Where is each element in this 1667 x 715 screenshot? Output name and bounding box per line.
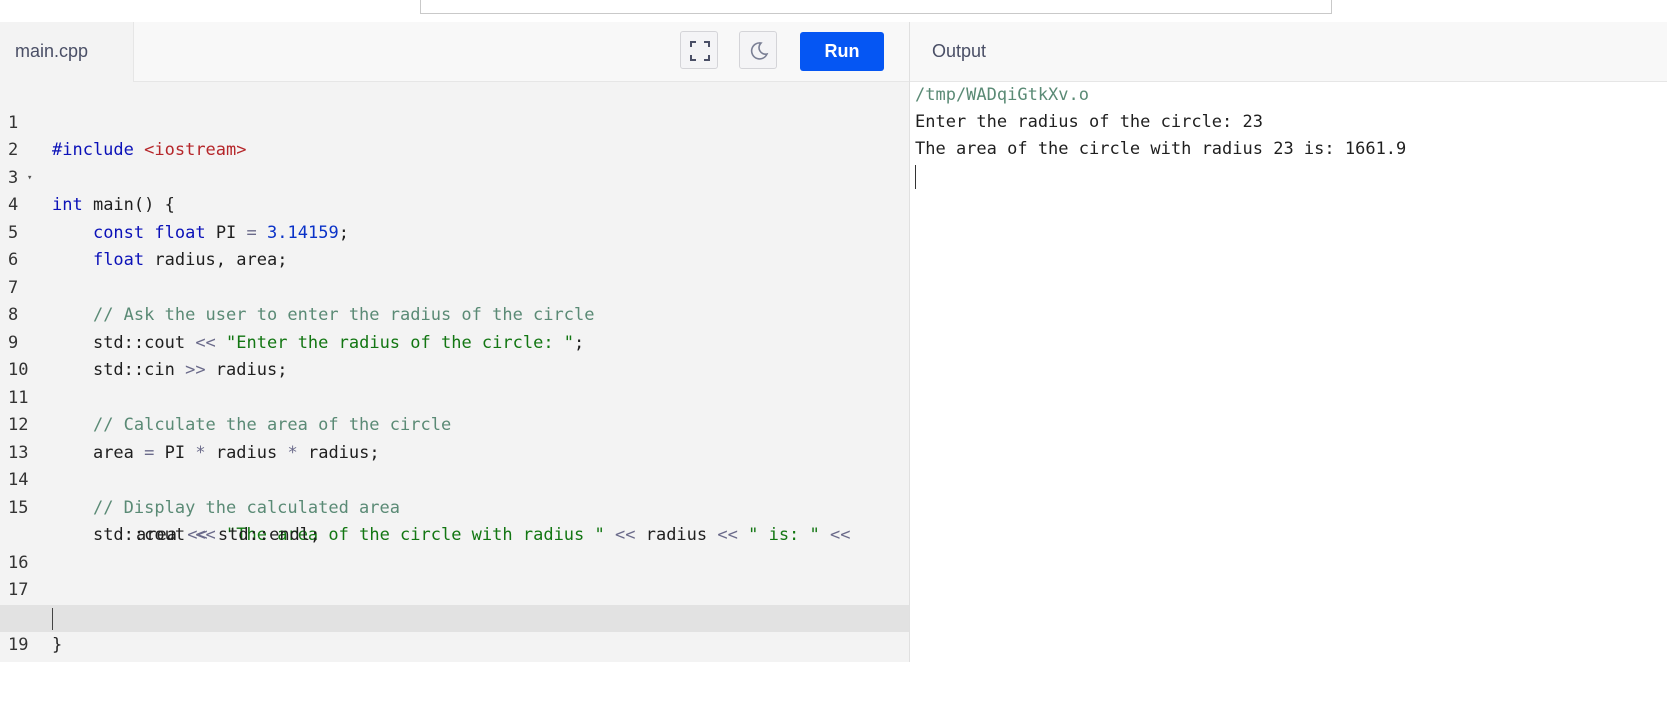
code-line: 13: [0, 412, 909, 463]
theme-toggle-button[interactable]: [739, 31, 777, 69]
moon-icon: [750, 42, 769, 60]
code-line: 9 std::cin >> radius;: [0, 302, 909, 381]
output-line: Enter the radius of the circle: 23: [915, 112, 1263, 132]
output-line: The area of the circle with radius 23 is…: [915, 139, 1407, 159]
text-cursor: [52, 607, 53, 630]
code-line-wrap: area << std::endl;: [136, 525, 321, 545]
code-line: 6: [0, 220, 909, 270]
code-line: 17 return 0;: [0, 550, 909, 628]
code-line: 15 std::cout << "The area of the circle …: [0, 467, 909, 546]
output-header: Output: [910, 22, 1667, 82]
line-number: 19: [8, 635, 29, 655]
code-line: 10: [0, 330, 909, 380]
run-button[interactable]: Run: [800, 32, 884, 71]
editor-toolbar: main.cpp Run: [0, 22, 909, 82]
code-line: 12 area = PI * radius * radius;: [0, 385, 909, 463]
code-line: 2: [0, 110, 909, 160]
code-line: 4 const float PI = 3.14159;: [0, 165, 909, 243]
fullscreen-button[interactable]: [680, 31, 718, 69]
code-line: 1 #include <iostream>: [0, 82, 909, 161]
editor-pane: main.cpp Run 1 #include <iostream> 2 3 ▾ …: [0, 22, 910, 662]
output-title: Output: [932, 41, 987, 61]
code-line: 16: [0, 522, 909, 573]
code-line: 14 // Display the calculated area: [0, 440, 909, 518]
code-line: 5 float radius, area;: [0, 192, 909, 271]
active-code-line[interactable]: 19: [0, 604, 909, 655]
file-tab-label: main.cpp: [15, 41, 89, 61]
code-line: 3 ▾ int main() {: [0, 137, 909, 216]
top-bar: [0, 0, 1667, 23]
code-editor[interactable]: 1 #include <iostream> 2 3 ▾ int main() { …: [0, 82, 909, 656]
output-console[interactable]: /tmp/WADqiGtkXv.o Enter the radius of th…: [915, 82, 1406, 189]
top-banner-frame: [420, 0, 1332, 14]
code-line: 11 // Calculate the area of the circle: [0, 357, 909, 436]
output-pane: Output /tmp/WADqiGtkXv.o Enter the radiu…: [910, 22, 1667, 662]
console-cursor: [915, 165, 916, 189]
code-line: 7 // Ask the user to enter the radius of…: [0, 247, 909, 326]
code-line: 8 std::cout << "Enter the radius of the …: [0, 275, 909, 353]
file-tab[interactable]: main.cpp: [0, 22, 134, 82]
output-line: /tmp/WADqiGtkXv.o: [915, 85, 1089, 105]
code-line: 18 }: [0, 577, 909, 656]
fullscreen-icon: [690, 41, 710, 61]
